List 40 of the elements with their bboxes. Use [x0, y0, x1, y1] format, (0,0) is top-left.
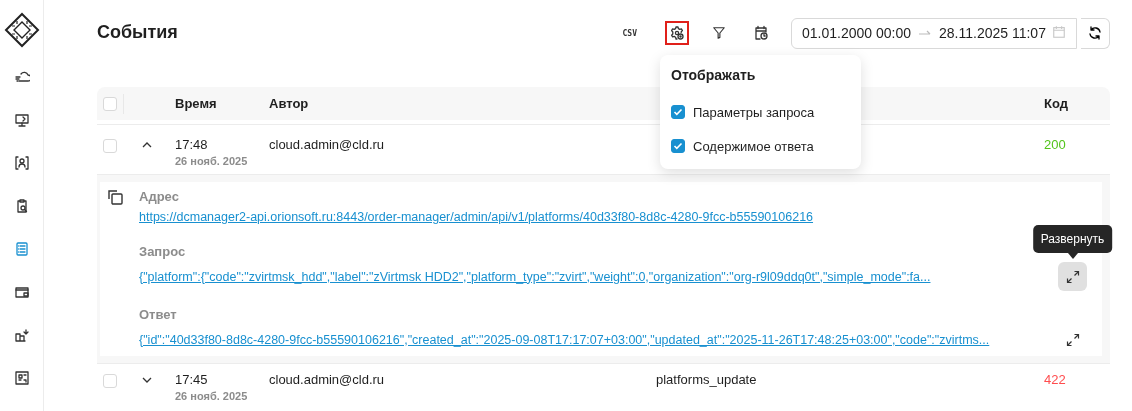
date-end: 28.11.2025 11:07 — [939, 25, 1046, 41]
expand-button[interactable] — [1058, 262, 1087, 291]
event-date: 26 нояб. 2025 — [175, 390, 249, 402]
event-name: platforms_update — [656, 372, 758, 389]
event-author: cloud.admin@cld.ru — [269, 137, 386, 154]
menu-title: Отображать — [671, 67, 757, 83]
detail-link[interactable]: {"platform":{"code":"zvirtmsk_hdd","label":"zVirtmsk HDD2","platform_type":"zvirt","weight":0,"organization":"org-r9l09ddq0t","simple_mode":fa... — [139, 269, 931, 284]
copy-icon[interactable] — [108, 190, 123, 205]
detail-link[interactable]: {"id":"40d33f80-8d8c-4280-9fcc-b55590106216","created_at":"2025-09-08T17:17:07+03:00","updated_at":"2025-11-26T17:48:25+03:00","code":"zvirtms... — [139, 332, 990, 347]
event-time: 17:45 — [175, 372, 209, 387]
event-date: 26 нояб. 2025 — [175, 155, 249, 167]
checkbox[interactable] — [671, 105, 685, 119]
status-code: 200 — [1044, 137, 1067, 154]
column-header: Время — [175, 96, 218, 111]
detail-label: Адрес — [139, 188, 179, 205]
column-header: Код — [1044, 96, 1069, 111]
checkbox[interactable] — [671, 139, 685, 153]
refresh-button[interactable] — [1081, 17, 1110, 49]
expand-icon — [1065, 269, 1080, 284]
detail-label: Запрос — [139, 243, 186, 260]
settings-button[interactable] — [665, 21, 689, 45]
gear-icon — [669, 25, 685, 41]
option-label[interactable]: Параметры запроса — [693, 104, 815, 120]
csv-button[interactable]: CSV — [622, 28, 637, 38]
option-label[interactable]: Содержимое ответа — [693, 138, 814, 154]
event-time: 17:48 — [175, 137, 209, 152]
refresh-icon — [1087, 25, 1103, 41]
detail-link[interactable]: https://dcmanager2-api.orionsoft.ru:8443/order-manager/admin/api/v1/platforms/40d33f80-8d8c-4280-9fcc-b55590106216 — [139, 210, 814, 224]
check-icon — [673, 107, 683, 117]
status-code: 422 — [1044, 372, 1067, 389]
date-range-field[interactable]: 01.01.2000 00:00 28.11.2025 11:07 — [791, 17, 1077, 49]
column-header: Автор — [269, 96, 310, 111]
detail-label: Ответ — [139, 306, 177, 323]
expand-icon — [1065, 332, 1080, 347]
tooltip: Развернуть — [1032, 225, 1113, 253]
page-title: События — [97, 21, 178, 43]
check-icon — [673, 141, 683, 151]
logo-icon — [3, 12, 40, 48]
date-start: 01.01.2000 00:00 — [802, 25, 911, 41]
event-author: cloud.admin@cld.ru — [269, 372, 386, 389]
